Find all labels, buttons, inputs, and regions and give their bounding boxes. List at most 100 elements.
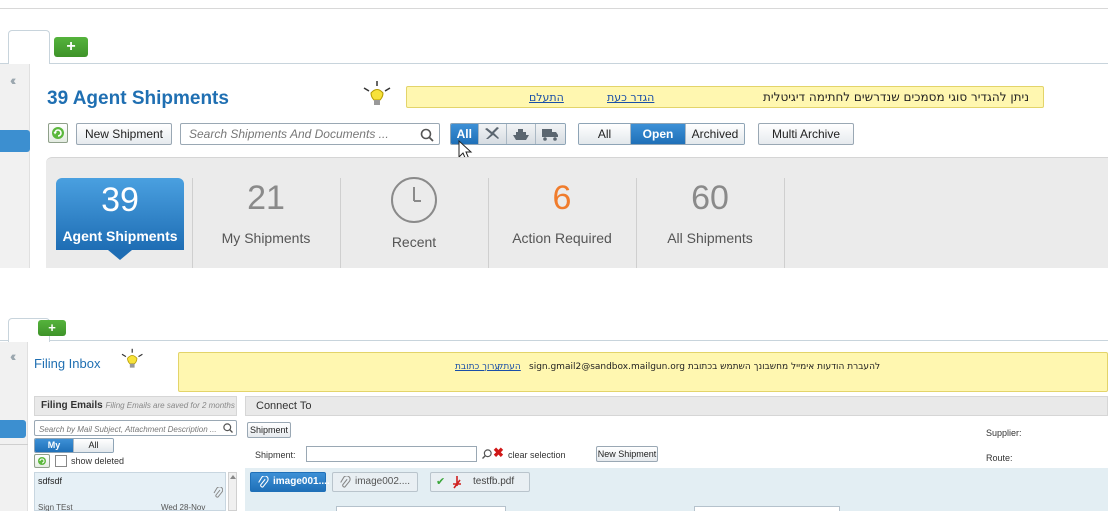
define-now-link[interactable]: הגדר כעת — [607, 91, 654, 104]
page-title: Filing Inbox — [34, 356, 101, 371]
stat-label: Action Required — [512, 230, 612, 246]
supplier-label: Supplier: — [986, 428, 1022, 438]
add-tab-button[interactable]: + — [38, 320, 66, 336]
refresh-icon — [38, 457, 46, 465]
scroll-up-icon[interactable] — [230, 475, 236, 479]
shipment-tab-button[interactable]: Shipment — [247, 422, 291, 438]
attachment-name: testfb.pdf — [473, 476, 515, 487]
copy-link[interactable]: העתק — [497, 362, 521, 372]
ignore-link[interactable]: התעלם — [529, 91, 564, 104]
shipment-stats-bar: 39 Agent Shipments 21 My Shipments Recen… — [46, 157, 1108, 268]
airplane-icon — [485, 127, 500, 139]
page-title: 39 Agent Shipments — [47, 88, 229, 109]
search-shipments-input[interactable] — [181, 124, 439, 144]
clear-icon[interactable]: ✖ — [493, 445, 504, 461]
stat-label: Agent Shipments — [62, 228, 178, 244]
stat-my-shipments[interactable]: 21 My Shipments — [192, 176, 340, 268]
lightbulb-icon — [363, 81, 391, 105]
active-stat-pointer — [108, 250, 132, 260]
refresh-icon — [52, 127, 64, 139]
mode-air-button[interactable] — [478, 124, 508, 144]
mail-sender: Sign TEst — [38, 503, 73, 511]
mail-search-input[interactable] — [35, 422, 236, 437]
refresh-button[interactable] — [34, 454, 50, 468]
paperclip-icon — [258, 476, 269, 488]
multi-archive-button[interactable]: Multi Archive — [758, 123, 854, 145]
stat-value: 60 — [691, 179, 729, 217]
paperclip-icon — [340, 476, 351, 488]
toggle-all-button[interactable]: All — [74, 439, 113, 452]
refresh-button[interactable] — [48, 123, 68, 143]
shipment-label: Shipment: — [255, 450, 296, 460]
add-tab-button[interactable]: + — [54, 37, 88, 57]
stat-divider — [784, 178, 785, 268]
stat-agent-shipments[interactable]: 39 Agent Shipments — [56, 178, 184, 250]
attachment-name: image001.... — [273, 476, 330, 487]
mail-date: Wed 28-Nov — [161, 503, 206, 511]
stat-recent[interactable]: Recent — [340, 176, 488, 268]
edit-address-link[interactable]: ערוך כתובת — [455, 362, 500, 372]
top-border — [0, 8, 1108, 9]
notice-text: להעברת הודעות אימייל מחשבונך השתמש בכתוב… — [529, 362, 881, 372]
search-shipments-box — [180, 123, 440, 145]
mail-list-item[interactable]: sdfsdf Sign TEst Wed 28-Nov — [34, 472, 226, 511]
agent-shipments-panel: + ‹‹ 39 Agent Shipments ניתן להגדיר סוגי… — [0, 0, 1108, 268]
collapse-left-icon[interactable]: ‹‹ — [10, 72, 17, 88]
filing-emails-header: Filing Emails Filing Emails are saved fo… — [34, 396, 237, 416]
search-icon[interactable] — [419, 127, 435, 143]
filter-archived-button[interactable]: Archived — [686, 124, 744, 144]
filing-emails-title: Filing Emails — [41, 400, 103, 411]
filter-open-button[interactable]: Open — [631, 124, 686, 144]
search-icon[interactable] — [481, 448, 493, 460]
email-forward-notice: להעברת הודעות אימייל מחשבונך השתמש בכתוב… — [178, 352, 1108, 392]
cropped-field — [694, 506, 840, 511]
paperclip-icon — [213, 487, 223, 498]
shipment-input[interactable] — [306, 446, 477, 462]
stat-action-required[interactable]: 6 Action Required — [488, 176, 636, 268]
mail-list-scrollbar[interactable] — [228, 472, 237, 511]
mail-subject: sdfsdf — [38, 476, 63, 486]
attachment-name: image002.... — [355, 476, 411, 487]
collapse-left-icon[interactable]: ‹‹ — [10, 348, 17, 364]
filing-emails-note: Filing Emails are saved for 2 months onl… — [105, 401, 236, 410]
filter-all-button[interactable]: All — [579, 124, 631, 144]
toggle-my-button[interactable]: My — [35, 439, 75, 452]
search-icon[interactable] — [222, 422, 234, 434]
show-deleted-checkbox[interactable] — [55, 455, 67, 467]
stat-value: 6 — [552, 179, 572, 217]
notice-text: ניתן להגדיר סוגי מסמכים שנדרשים לחתימה ד… — [763, 90, 1029, 104]
mode-sea-button[interactable] — [507, 124, 536, 144]
ship-icon — [512, 129, 529, 140]
left-collapse-strip[interactable]: ‹‹ — [0, 64, 30, 268]
attachment-item[interactable]: ✔ testfb.pdf — [430, 472, 530, 492]
clock-icon — [391, 177, 437, 223]
mode-land-button[interactable] — [535, 124, 565, 144]
mail-owner-toggle: My All — [34, 438, 114, 453]
stat-all-shipments[interactable]: 60 All Shipments — [636, 176, 784, 268]
filing-inbox-panel: + ‹‹ Filing Inbox להעברת הודעות אימייל מ… — [0, 300, 1108, 511]
stat-icon-wrap — [340, 176, 488, 223]
lightbulb-icon — [121, 348, 143, 368]
route-label: Route: — [986, 453, 1013, 463]
active-tab[interactable] — [8, 30, 50, 64]
clear-selection-link[interactable]: clear selection — [508, 450, 566, 460]
truck-icon — [542, 129, 559, 141]
tab-bar-line — [0, 340, 1108, 341]
mail-search-box — [34, 420, 237, 437]
plus-icon: + — [48, 320, 56, 335]
cropped-toolbar — [336, 506, 506, 511]
stat-label: All Shipments — [667, 230, 753, 246]
side-panel-tab[interactable] — [0, 420, 26, 438]
attachment-item[interactable]: image002.... — [332, 472, 418, 492]
strip-divider — [0, 444, 28, 445]
connect-to-header: Connect To — [245, 396, 1108, 416]
plus-icon: + — [66, 38, 76, 55]
attachment-item[interactable]: image001.... — [250, 472, 330, 492]
new-shipment-button[interactable]: New Shipment — [596, 446, 658, 462]
new-shipment-button[interactable]: New Shipment — [76, 123, 172, 145]
show-deleted-label: show deleted — [71, 456, 125, 466]
side-panel-tab[interactable] — [0, 130, 30, 152]
checkmark-icon: ✔ — [436, 476, 446, 488]
pdf-icon — [453, 476, 461, 489]
stat-label: My Shipments — [221, 230, 311, 246]
